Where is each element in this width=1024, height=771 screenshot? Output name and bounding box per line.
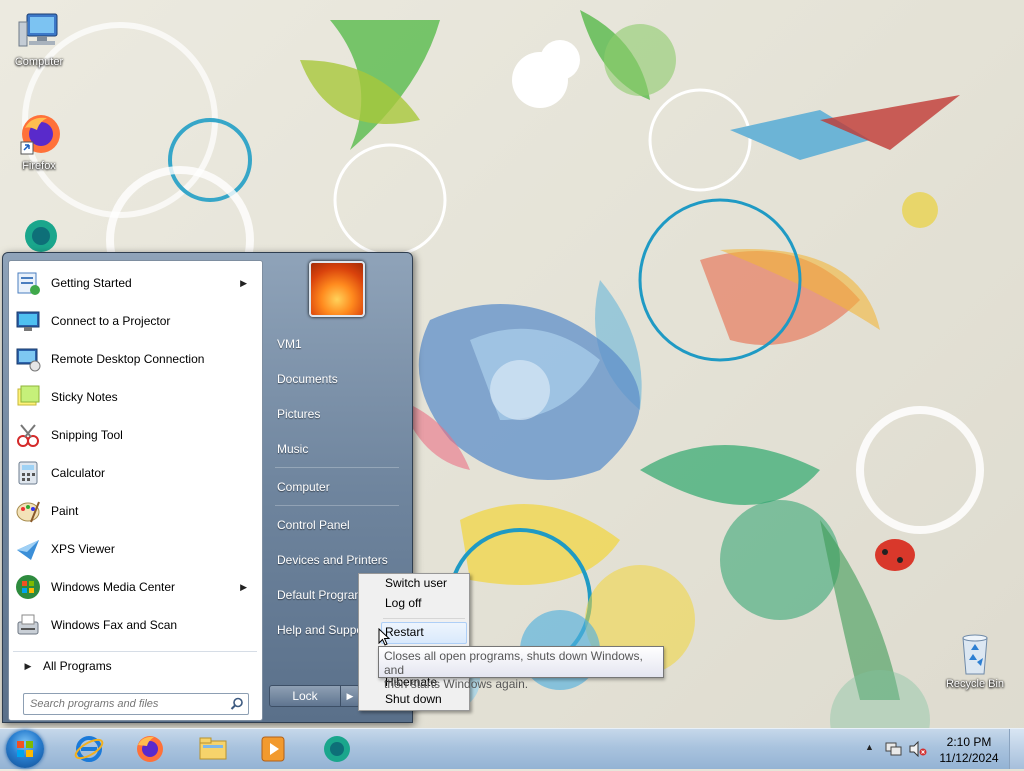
media-player-icon: [261, 736, 285, 762]
taskbar-media-player[interactable]: [248, 731, 298, 767]
projector-icon: [16, 311, 40, 331]
app-icon: [324, 736, 350, 762]
desktop-icon-computer[interactable]: Computer: [0, 8, 78, 68]
places-item-pictures[interactable]: Pictures: [277, 407, 320, 421]
windows-logo-icon: [17, 741, 33, 757]
xps-viewer-icon: [17, 540, 39, 560]
places-item-help-support[interactable]: Help and Support: [277, 623, 370, 637]
mouse-cursor-icon: [378, 628, 391, 646]
desktop-icon-label: Firefox: [22, 160, 56, 172]
menu-item-log-off[interactable]: Log off: [385, 596, 421, 610]
internet-explorer-icon: [74, 736, 104, 762]
places-item-devices-printers[interactable]: Devices and Printers: [277, 553, 388, 567]
lock-button[interactable]: Lock: [269, 685, 341, 707]
program-label: Windows Fax and Scan: [51, 618, 178, 632]
desktop-icon-recycle-bin[interactable]: Recycle Bin: [936, 630, 1014, 690]
taskbar-firefox[interactable]: [125, 731, 175, 767]
search-box[interactable]: [23, 693, 249, 715]
desktop-icon-firefox[interactable]: Firefox: [0, 112, 78, 172]
all-programs-label: All Programs: [43, 659, 112, 673]
program-xps-viewer[interactable]: XPS Viewer: [13, 532, 257, 566]
program-calculator[interactable]: Calculator: [13, 456, 257, 490]
program-label: Sticky Notes: [51, 390, 118, 404]
taskbar-internet-explorer[interactable]: [64, 731, 114, 767]
program-fax-scan[interactable]: Windows Fax and Scan: [13, 608, 257, 642]
start-menu: Getting Started ▶ Connect to a Projector…: [2, 252, 413, 723]
taskbar-file-explorer[interactable]: [188, 731, 238, 767]
getting-started-icon: [17, 272, 40, 295]
clock-time[interactable]: 2:10 PM: [934, 735, 1004, 749]
restart-tooltip: Closes all open programs, shuts down Win…: [378, 646, 664, 691]
clock-date[interactable]: 11/12/2024: [934, 751, 1004, 765]
program-connect-projector[interactable]: Connect to a Projector: [13, 304, 257, 338]
snipping-tool-icon: [17, 424, 39, 447]
program-sticky-notes[interactable]: Sticky Notes: [13, 380, 257, 414]
tooltip-line: Closes all open programs, shuts down Win…: [384, 649, 643, 677]
remote-desktop-icon: [16, 348, 41, 372]
firefox-icon: [137, 736, 163, 762]
program-label: Connect to a Projector: [51, 314, 171, 328]
all-programs-arrow-icon: ▶: [24, 660, 32, 671]
program-label: Calculator: [51, 466, 106, 480]
user-avatar[interactable]: [309, 261, 365, 317]
lock-label: Lock: [292, 689, 318, 703]
program-label: XPS Viewer: [51, 542, 115, 556]
tooltip-line: then starts Windows again.: [384, 677, 529, 691]
program-label: Paint: [51, 504, 79, 518]
places-item-control-panel[interactable]: Control Panel: [277, 518, 350, 532]
places-item-user[interactable]: VM1: [277, 337, 302, 351]
menu-separator: [383, 618, 465, 619]
program-paint[interactable]: Paint: [13, 494, 257, 528]
program-media-center[interactable]: Windows Media Center ▶: [13, 570, 257, 604]
paint-icon: [16, 501, 40, 523]
all-programs-button[interactable]: ▶ All Programs: [13, 651, 257, 680]
programs-pane: Getting Started ▶ Connect to a Projector…: [8, 260, 263, 721]
computer-icon: [18, 13, 58, 47]
firefox-icon: [20, 115, 60, 155]
desktop-icon-label: Computer: [14, 56, 64, 68]
submenu-arrow-icon: ▶: [240, 277, 247, 288]
power-options-arrow-button[interactable]: ▶: [340, 685, 360, 707]
app-icon: [25, 220, 57, 252]
media-center-icon: [16, 575, 40, 599]
sticky-notes-icon: [17, 385, 40, 406]
places-item-music[interactable]: Music: [277, 442, 308, 456]
places-item-default-programs[interactable]: Default Programs: [277, 588, 370, 602]
calculator-icon: [18, 461, 38, 485]
file-explorer-icon: [199, 737, 227, 760]
show-desktop-button[interactable]: [1009, 729, 1024, 769]
menu-item-switch-user[interactable]: Switch user: [385, 576, 447, 590]
notification-area: ▲ 2:10 PM 11/12/2024: [859, 729, 1024, 769]
program-getting-started[interactable]: Getting Started ▶: [13, 266, 257, 300]
program-label: Getting Started: [51, 276, 132, 290]
taskbar-app[interactable]: [312, 731, 362, 767]
program-snipping-tool[interactable]: Snipping Tool: [13, 418, 257, 452]
volume-muted-icon[interactable]: [909, 741, 927, 757]
places-divider: [275, 505, 399, 506]
places-item-documents[interactable]: Documents: [277, 372, 338, 386]
program-label: Snipping Tool: [51, 428, 123, 442]
places-item-computer[interactable]: Computer: [277, 480, 330, 494]
menu-item-shut-down[interactable]: Shut down: [385, 692, 442, 706]
chevron-right-icon: ▶: [346, 690, 354, 701]
desktop-icon-label: Recycle Bin: [945, 678, 1005, 690]
search-icon[interactable]: [230, 697, 244, 711]
network-icon[interactable]: [885, 741, 903, 757]
fax-scan-icon: [17, 614, 39, 635]
recycle-bin-icon: [962, 634, 988, 675]
start-button[interactable]: [6, 730, 44, 768]
program-label: Remote Desktop Connection: [51, 352, 205, 366]
show-hidden-icons-icon[interactable]: ▲: [865, 742, 874, 752]
taskbar: ▲ 2:10 PM 11/12/2024: [0, 728, 1024, 769]
desktop-icon-app[interactable]: [0, 214, 78, 254]
places-divider: [275, 467, 399, 468]
program-remote-desktop[interactable]: Remote Desktop Connection: [13, 342, 257, 376]
submenu-arrow-icon: ▶: [240, 581, 247, 592]
search-input[interactable]: [28, 695, 222, 713]
program-label: Windows Media Center: [51, 580, 176, 594]
